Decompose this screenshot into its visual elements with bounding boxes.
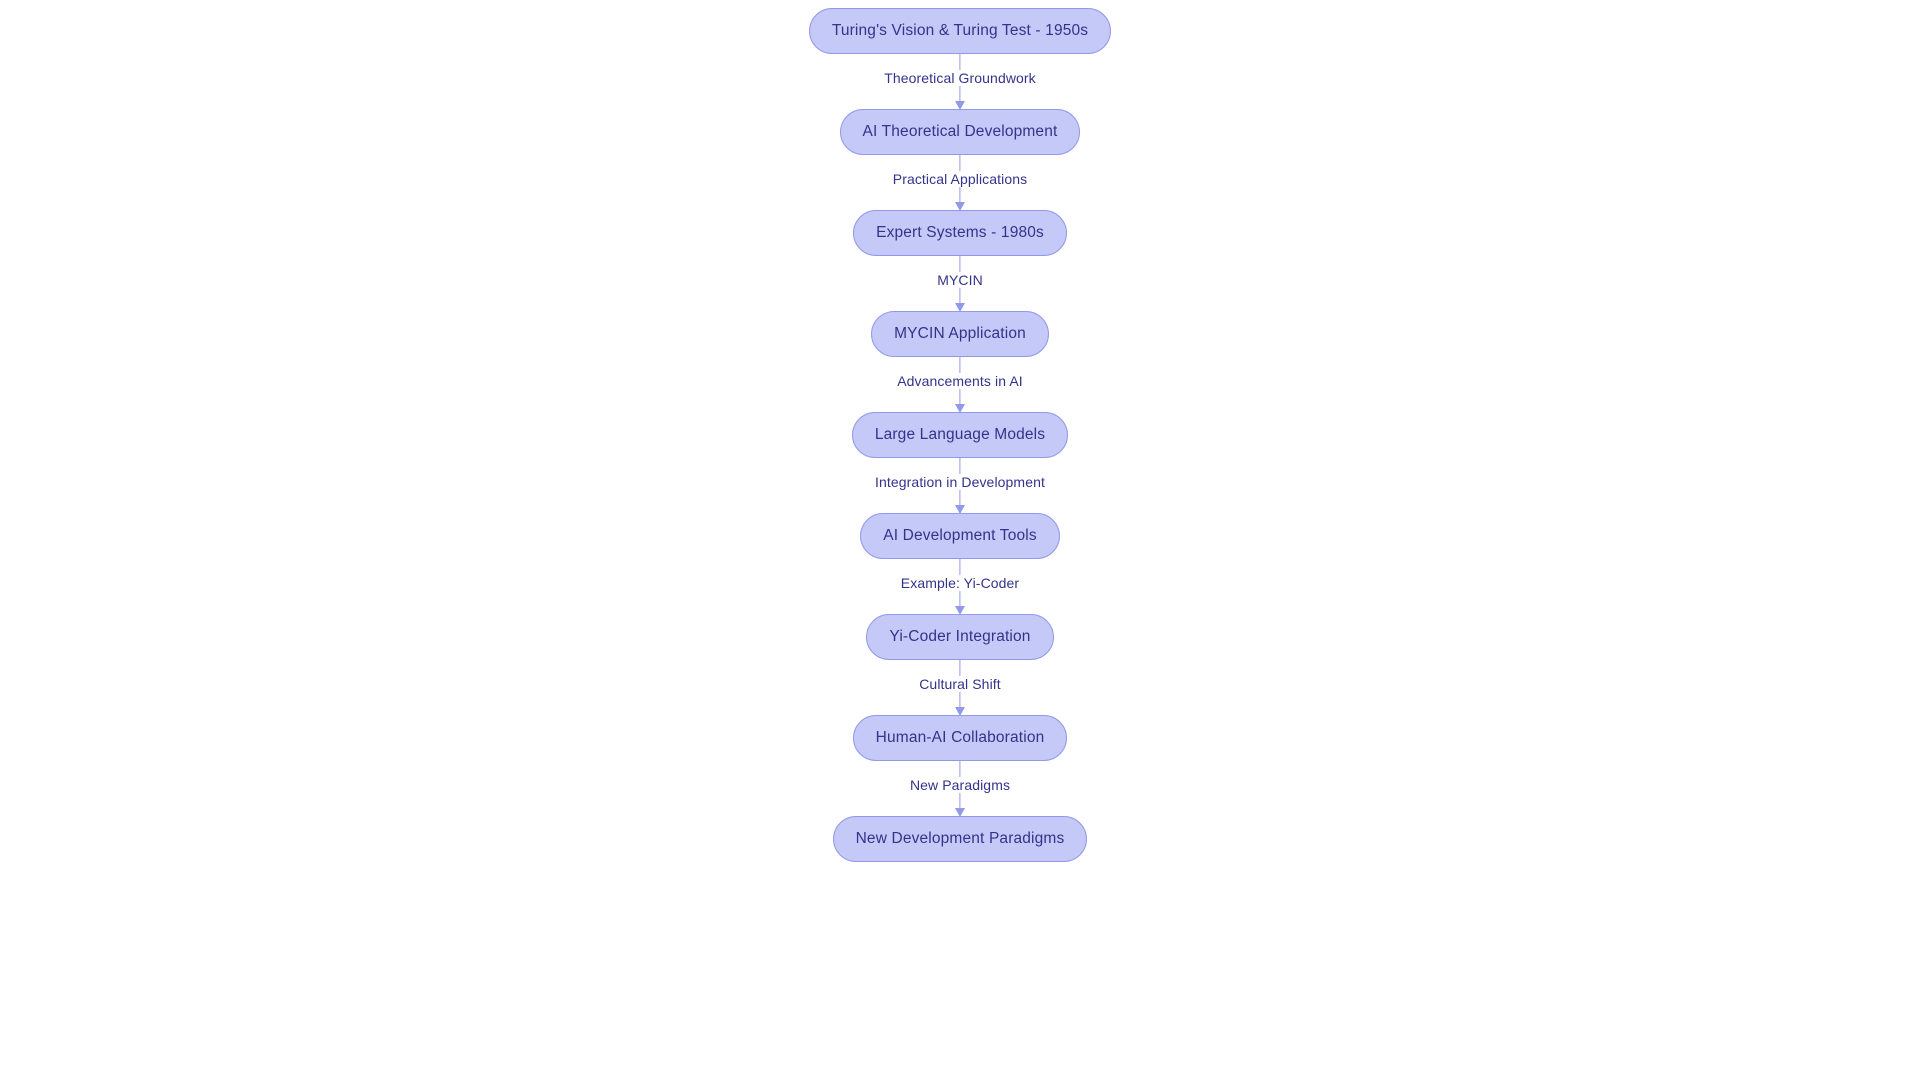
flow-node-ai-theory[interactable]: AI Theoretical Development — [839, 109, 1081, 155]
flow-edge-label: Theoretical Groundwork — [878, 69, 1042, 86]
flow-edge-integration-in-development: Integration in Development — [830, 458, 1090, 514]
flow-node-label: Human-AI Collaboration — [875, 729, 1045, 747]
arrow-head-icon — [955, 707, 965, 716]
flow-edge-label: Cultural Shift — [913, 675, 1007, 692]
flow-node-label: AI Development Tools — [883, 527, 1037, 545]
flow-column: Turing's Vision & Turing Test - 1950s Th… — [0, 8, 1920, 862]
flow-node-label: Large Language Models — [874, 426, 1046, 444]
flow-edge-label: Practical Applications — [886, 170, 1034, 187]
arrow-head-icon — [955, 303, 965, 312]
flow-edge-cultural-shift: Cultural Shift — [830, 660, 1090, 716]
flow-edge-theoretical-groundwork: Theoretical Groundwork — [830, 54, 1090, 110]
flow-node-expert-systems[interactable]: Expert Systems - 1980s — [853, 210, 1067, 256]
arrow-head-icon — [955, 404, 965, 413]
flow-edge-label: MYCIN — [931, 271, 989, 288]
flow-node-yi-coder-integration[interactable]: Yi-Coder Integration — [866, 614, 1054, 660]
flow-node-label: MYCIN Application — [894, 325, 1026, 343]
arrow-head-icon — [955, 202, 965, 211]
flow-node-label: Yi-Coder Integration — [889, 628, 1031, 646]
arrow-head-icon — [955, 101, 965, 110]
flow-edge-label: Integration in Development — [869, 473, 1051, 490]
flow-node-label: AI Theoretical Development — [862, 123, 1058, 141]
flow-node-human-ai-collaboration[interactable]: Human-AI Collaboration — [852, 715, 1068, 761]
flowchart-canvas: Turing's Vision & Turing Test - 1950s Th… — [0, 0, 1920, 1080]
flow-node-new-development-paradigms[interactable]: New Development Paradigms — [832, 816, 1088, 862]
flow-node-label: Turing's Vision & Turing Test - 1950s — [831, 22, 1089, 40]
flow-edge-label: Example: Yi-Coder — [894, 574, 1026, 591]
flow-node-turing[interactable]: Turing's Vision & Turing Test - 1950s — [808, 8, 1112, 54]
flow-node-mycin-application[interactable]: MYCIN Application — [871, 311, 1049, 357]
flow-edge-new-paradigms: New Paradigms — [830, 761, 1090, 817]
flow-node-ai-development-tools[interactable]: AI Development Tools — [860, 513, 1060, 559]
arrow-head-icon — [955, 606, 965, 615]
flow-node-label: Expert Systems - 1980s — [876, 224, 1044, 242]
flow-edge-practical-applications: Practical Applications — [830, 155, 1090, 211]
arrow-head-icon — [955, 505, 965, 514]
flow-edge-example-yi-coder: Example: Yi-Coder — [830, 559, 1090, 615]
arrow-head-icon — [955, 808, 965, 817]
flow-edge-advancements-in-ai: Advancements in AI — [830, 357, 1090, 413]
flow-edge-label: New Paradigms — [903, 776, 1017, 793]
flow-node-large-language-models[interactable]: Large Language Models — [851, 412, 1069, 458]
flow-node-label: New Development Paradigms — [855, 830, 1065, 848]
flow-edge-mycin: MYCIN — [830, 256, 1090, 312]
flow-edge-label: Advancements in AI — [891, 372, 1029, 389]
